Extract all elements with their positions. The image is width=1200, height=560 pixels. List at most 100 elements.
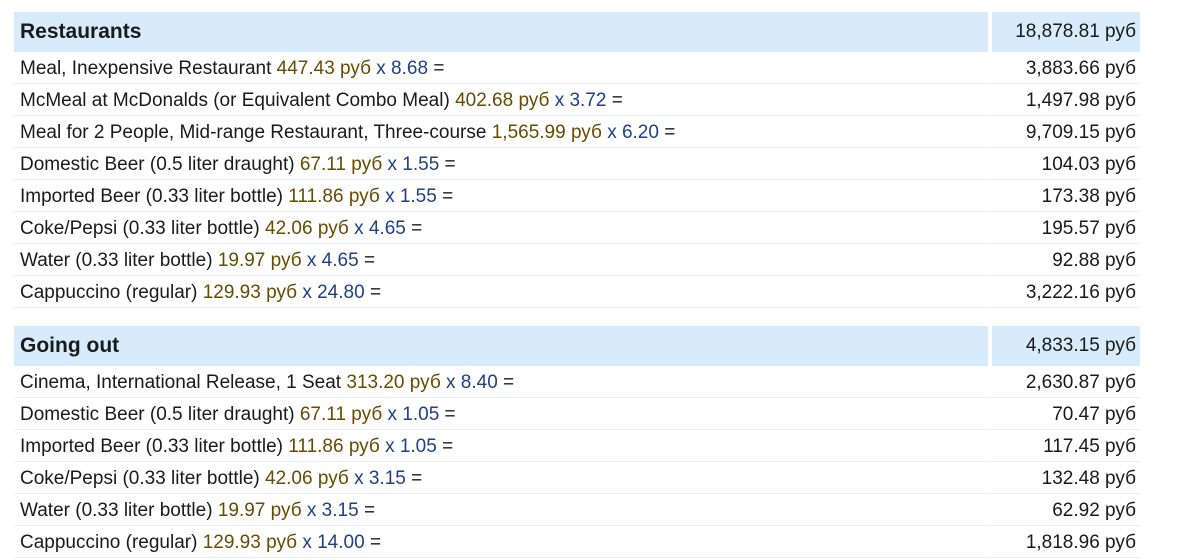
item-label: Cinema, International Release, 1 Seat [20, 371, 342, 393]
item-price: 67.11 руб [299, 153, 383, 175]
item-price: 447.43 руб [276, 57, 371, 79]
item-label: Cappuccino (regular) [20, 281, 198, 303]
equals-sign: = [444, 403, 456, 425]
table-row: Domestic Beer (0.5 liter draught) 67.11 … [14, 400, 1140, 430]
category-header: Going out 4,833.15 руб [14, 326, 1140, 366]
item-cell: Meal, Inexpensive Restaurant 447.43 руб … [14, 54, 988, 84]
item-total: 2,630.87 руб [988, 368, 1140, 398]
equals-sign: = [442, 435, 454, 457]
item-label: Meal for 2 People, Mid-range Restaurant,… [20, 121, 487, 143]
item-label: Water (0.33 liter bottle) [20, 499, 213, 521]
category-name: Going out [14, 326, 988, 366]
item-label: Cappuccino (regular) [20, 531, 198, 553]
table-row: Meal for 2 People, Mid-range Restaurant,… [14, 118, 1140, 148]
item-label: Water (0.33 liter bottle) [20, 249, 213, 271]
item-cell: Coke/Pepsi (0.33 liter bottle) 42.06 руб… [14, 464, 988, 494]
item-cell: Domestic Beer (0.5 liter draught) 67.11 … [14, 400, 988, 430]
category-total: 18,878.81 руб [988, 12, 1140, 52]
item-label: Domestic Beer (0.5 liter draught) [20, 403, 295, 425]
item-label: Coke/Pepsi (0.33 liter bottle) [20, 467, 260, 489]
item-cell: Domestic Beer (0.5 liter draught) 67.11 … [14, 150, 988, 180]
item-multiplier: x 6.20 [607, 121, 659, 143]
item-multiplier: x 3.72 [554, 89, 607, 111]
item-multiplier: x 14.00 [302, 531, 365, 553]
equals-sign: = [411, 467, 423, 489]
item-price: 19.97 руб [217, 249, 302, 271]
section-spacer [14, 310, 1140, 324]
table-row: Coke/Pepsi (0.33 liter bottle) 42.06 руб… [14, 464, 1140, 494]
item-price: 129.93 руб [202, 531, 298, 553]
category-name: Restaurants [14, 12, 988, 52]
item-label: Imported Beer (0.33 liter bottle) [20, 435, 283, 457]
item-total: 104.03 руб [988, 150, 1140, 180]
table-row: McMeal at McDonalds (or Equivalent Combo… [14, 86, 1140, 116]
item-total: 132.48 руб [988, 464, 1140, 494]
item-price: 402.68 руб [455, 89, 550, 111]
item-multiplier: x 1.55 [385, 185, 437, 207]
item-multiplier: x 1.05 [387, 403, 440, 425]
equals-sign: = [611, 89, 623, 111]
item-multiplier: x 4.65 [306, 249, 359, 271]
item-cell: Cappuccino (regular) 129.93 руб x 14.00 … [14, 528, 988, 558]
item-total: 117.45 руб [988, 432, 1140, 462]
item-label: Coke/Pepsi (0.33 liter bottle) [20, 217, 260, 239]
item-cell: Coke/Pepsi (0.33 liter bottle) 42.06 руб… [14, 214, 988, 244]
item-multiplier: x 3.15 [306, 499, 359, 521]
item-cell: Cappuccino (regular) 129.93 руб x 24.80 … [14, 278, 988, 308]
item-total: 62.92 руб [988, 496, 1140, 526]
table-row: Water (0.33 liter bottle) 19.97 руб x 3.… [14, 496, 1140, 526]
item-price: 42.06 руб [265, 217, 349, 239]
item-price: 111.86 руб [288, 185, 380, 207]
item-price: 1,565.99 руб [491, 121, 602, 143]
item-price: 67.11 руб [299, 403, 383, 425]
item-label: Domestic Beer (0.5 liter draught) [20, 153, 295, 175]
item-cell: Water (0.33 liter bottle) 19.97 руб x 3.… [14, 496, 988, 526]
item-multiplier: x 24.80 [302, 281, 365, 303]
table-row: Imported Beer (0.33 liter bottle) 111.86… [14, 432, 1140, 462]
table-row: Water (0.33 liter bottle) 19.97 руб x 4.… [14, 246, 1140, 276]
item-cell: Meal for 2 People, Mid-range Restaurant,… [14, 118, 988, 148]
item-total: 9,709.15 руб [988, 118, 1140, 148]
item-multiplier: x 1.55 [387, 153, 440, 175]
cost-table: Restaurants 18,878.81 руб Meal, Inexpensiv… [14, 10, 1140, 560]
equals-sign: = [369, 281, 382, 303]
equals-sign: = [363, 249, 376, 271]
item-total: 1,818.96 руб [988, 528, 1140, 558]
item-total: 3,883.66 руб [988, 54, 1140, 84]
item-multiplier: x 8.40 [446, 371, 498, 393]
item-multiplier: x 8.68 [376, 57, 429, 79]
table-row: Cappuccino (regular) 129.93 руб x 14.00 … [14, 528, 1140, 558]
equals-sign: = [444, 153, 456, 175]
item-total: 173.38 руб [988, 182, 1140, 212]
item-cell: Cinema, International Release, 1 Seat 31… [14, 368, 988, 398]
equals-sign: = [369, 531, 382, 553]
item-label: McMeal at McDonalds (or Equivalent Combo… [20, 89, 450, 111]
cost-table-body: Restaurants 18,878.81 руб Meal, Inexpensiv… [14, 12, 1140, 558]
item-price: 42.06 руб [265, 467, 349, 489]
item-multiplier: x 1.05 [385, 435, 437, 457]
category-total: 4,833.15 руб [988, 326, 1140, 366]
item-total: 195.57 руб [988, 214, 1140, 244]
category-header: Restaurants 18,878.81 руб [14, 12, 1140, 52]
item-price: 129.93 руб [202, 281, 298, 303]
equals-sign: = [503, 371, 515, 393]
item-total: 92.88 руб [988, 246, 1140, 276]
item-cell: McMeal at McDonalds (or Equivalent Combo… [14, 86, 988, 116]
section-gap [14, 310, 1140, 324]
equals-sign: = [363, 499, 376, 521]
table-row: Cinema, International Release, 1 Seat 31… [14, 368, 1140, 398]
equals-sign: = [664, 121, 676, 143]
equals-sign: = [442, 185, 454, 207]
equals-sign: = [433, 57, 445, 79]
item-cell: Imported Beer (0.33 liter bottle) 111.86… [14, 432, 988, 462]
item-multiplier: x 3.15 [354, 467, 406, 489]
item-price: 313.20 руб [346, 371, 441, 393]
item-label: Meal, Inexpensive Restaurant [20, 57, 272, 79]
item-cell: Imported Beer (0.33 liter bottle) 111.86… [14, 182, 988, 212]
item-total: 70.47 руб [988, 400, 1140, 430]
item-multiplier: x 4.65 [354, 217, 406, 239]
table-row: Imported Beer (0.33 liter bottle) 111.86… [14, 182, 1140, 212]
item-total: 1,497.98 руб [988, 86, 1140, 116]
equals-sign: = [411, 217, 423, 239]
table-row: Domestic Beer (0.5 liter draught) 67.11 … [14, 150, 1140, 180]
